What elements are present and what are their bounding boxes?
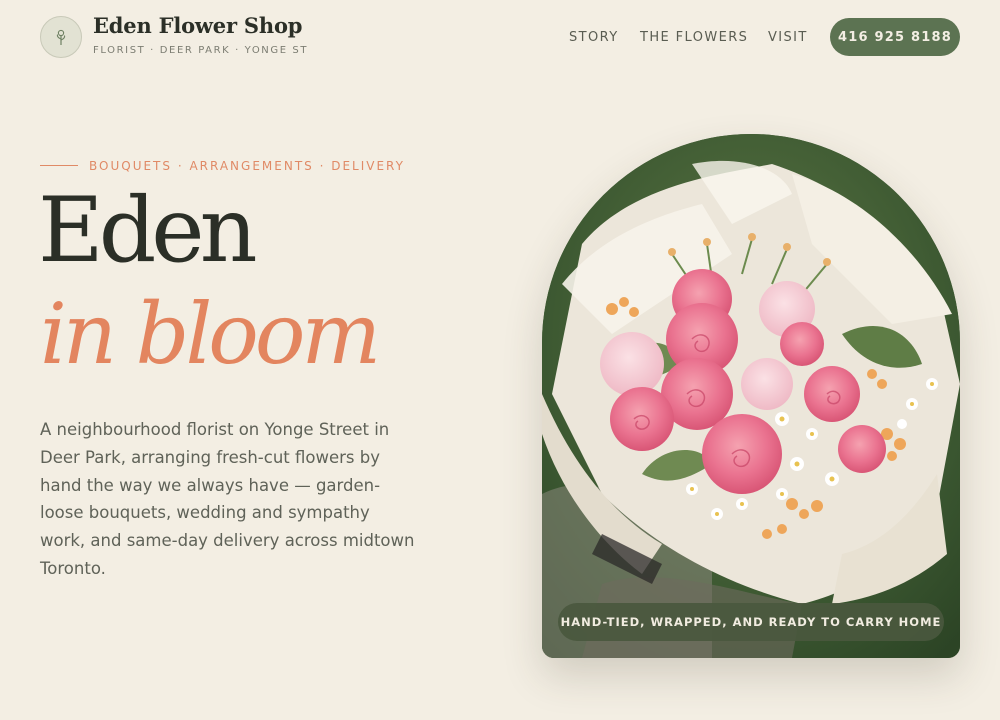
phone-button[interactable]: 416 925 8188 [830, 18, 960, 56]
image-caption: HAND-TIED, WRAPPED, AND READY TO CARRY H… [558, 603, 944, 641]
hero-description: A neighbourhood florist on Yonge Street … [40, 420, 415, 578]
brand-tagline: FLORIST · DEER PARK · YONGE ST [93, 45, 309, 56]
brand-name[interactable]: Eden Flower Shop [93, 13, 302, 38]
nav-story[interactable]: STORY [569, 30, 619, 45]
bouquet-illustration [542, 134, 960, 658]
hero-title: Eden [38, 178, 258, 283]
logo[interactable] [40, 16, 82, 58]
hero-eyebrow: BOUQUETS · ARRANGEMENTS · DELIVERY [89, 159, 405, 173]
nav-the-flowers[interactable]: THE FLOWERS [640, 30, 748, 45]
hero-bouquet-image [542, 134, 960, 658]
site-header: Eden Flower Shop FLORIST · DEER PARK · Y… [0, 0, 1000, 76]
flower-stem-icon [56, 29, 66, 45]
eyebrow-divider [40, 165, 78, 166]
hero-title-accent: in bloom [40, 285, 381, 383]
nav-visit[interactable]: VISIT [768, 30, 808, 45]
